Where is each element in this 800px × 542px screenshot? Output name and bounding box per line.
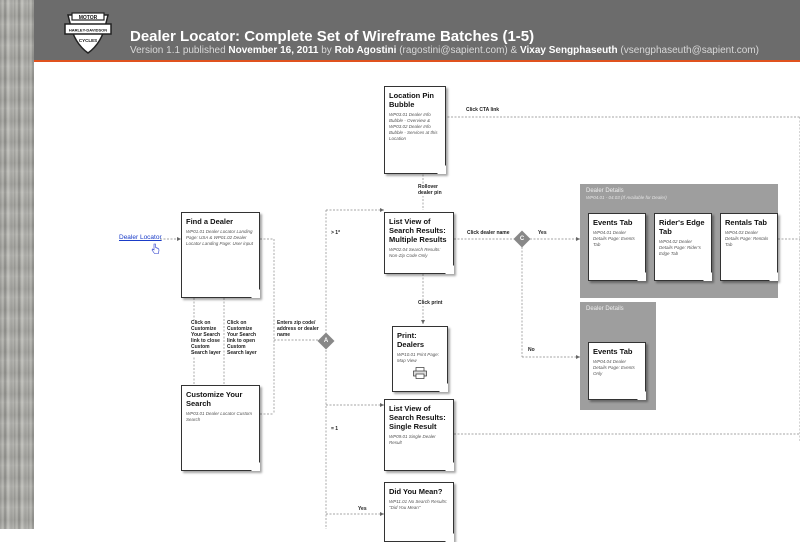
page-title: Dealer Locator: Complete Set of Wirefram…: [130, 28, 535, 45]
printer-icon: [413, 367, 427, 379]
riders-edge-desc: WP04.02 Dealer Details Page: Rider's Edg…: [659, 239, 701, 256]
decision-c-label: C: [519, 236, 525, 242]
decision-a: A: [317, 332, 335, 350]
click-print-label: Click print: [418, 300, 443, 306]
list-multi-title: List View of Search Results: Multiple Re…: [389, 217, 447, 244]
list-multi-desc: WP02.04 Search Results: Non-Zip Code Onl…: [389, 247, 441, 258]
click-cta-label: Click CTA link: [466, 107, 500, 113]
page-subtitle: Version 1.1 published November 16, 2011 …: [130, 45, 759, 56]
author-2: Vixay Sengphaseuth: [519, 45, 618, 56]
pointer-hand-icon: [151, 243, 160, 254]
publish-date: November 16, 2011: [228, 45, 319, 56]
rentals-tab-desc: WP04.03 Dealer Details Page: Rentals Tab: [725, 230, 769, 247]
pin-bubble-box[interactable]: Location Pin Bubble WP03.01 Dealer Info …: [384, 86, 446, 174]
close-custom-label: Click on Customize Your Search link to c…: [191, 320, 223, 356]
events-tab-title: Events Tab: [593, 218, 633, 227]
did-you-mean-title: Did You Mean?: [389, 487, 443, 496]
amp-text: &: [510, 45, 518, 56]
events-tab-desc: WP04.01 Dealer Details Page: Events Tab: [593, 230, 635, 247]
did-you-mean-box[interactable]: Did You Mean? WP11.01 No Search Results:…: [384, 482, 454, 542]
logo-text-mid: HARLEY-DAVIDSON: [69, 28, 107, 33]
author-2-email: (vsengphaseuth@sapient.com): [620, 45, 759, 56]
print-title: Print: Dealers: [397, 331, 425, 349]
print-desc: WP10.01 Print Page: Map View: [397, 352, 440, 363]
version-text: Version 1.1 published: [130, 45, 226, 56]
list-single-box[interactable]: List View of Search Results: Single Resu…: [384, 399, 454, 471]
riders-edge-tab-box[interactable]: Rider's Edge Tab WP04.02 Dealer Details …: [654, 213, 712, 281]
open-custom-label: Click on Customize Your Search link to o…: [227, 320, 259, 356]
wood-texture-strip: [0, 0, 34, 529]
events-only-desc: WP04.04 Dealer Details Page: Events Only: [593, 359, 635, 376]
yes2-label: Yes: [358, 506, 367, 512]
rollover-label: Rollover dealer pin: [418, 184, 444, 196]
flow-canvas: Dealer Locator Find a Dealer WP01.01 Dea…: [34, 62, 800, 542]
logo-text-bot: CYCLES: [79, 38, 97, 43]
dealer-details-events-title: Dealer Details: [586, 306, 624, 312]
find-dealer-title: Find a Dealer: [186, 217, 234, 226]
list-multi-box[interactable]: List View of Search Results: Multiple Re…: [384, 212, 454, 274]
author-1: Rob Agostini: [334, 45, 397, 56]
customize-search-box[interactable]: Customize Your Search WP03.01 Dealer Loc…: [181, 385, 260, 471]
customize-search-title: Customize Your Search: [186, 390, 243, 408]
dealer-details-desc: WP04.01 - 04.03 (If Available for Dealer…: [586, 195, 667, 200]
dealer-details-title: Dealer Details: [586, 188, 624, 194]
riders-edge-title: Rider's Edge Tab: [659, 218, 705, 236]
decision-c: C: [513, 230, 531, 248]
customize-search-desc: WP03.01 Dealer Locator Custom Search: [186, 411, 253, 422]
decision-a-label: A: [323, 338, 329, 344]
harley-davidson-logo: MOTOR HARLEY-DAVIDSON CYCLES: [64, 12, 112, 54]
yes1-label: Yes: [538, 230, 547, 236]
pin-bubble-desc: WP03.01 Dealer Info Bubble - Overview & …: [389, 112, 438, 141]
find-dealer-box[interactable]: Find a Dealer WP01.01 Dealer Locator Lan…: [181, 212, 260, 298]
by-text: by: [321, 45, 332, 56]
gt1-label: > 1*: [331, 230, 341, 236]
eq1-label: = 1: [331, 426, 339, 432]
list-single-desc: WP09.01 Single Dealer Result: [389, 434, 436, 445]
dealer-locator-link[interactable]: Dealer Locator: [119, 234, 162, 241]
no1-label: No: [528, 347, 535, 353]
events-tab-box[interactable]: Events Tab WP04.01 Dealer Details Page: …: [588, 213, 646, 281]
rentals-tab-box[interactable]: Rentals Tab WP04.03 Dealer Details Page:…: [720, 213, 778, 281]
print-box[interactable]: Print: Dealers WP10.01 Print Page: Map V…: [392, 326, 448, 392]
author-1-email: (ragostini@sapient.com): [399, 45, 508, 56]
rentals-tab-title: Rentals Tab: [725, 218, 767, 227]
did-you-mean-desc: WP11.01 No Search Results: "Did You Mean…: [389, 499, 448, 510]
events-only-tab-box[interactable]: Events Tab WP04.04 Dealer Details Page: …: [588, 342, 646, 400]
logo-text-top: MOTOR: [79, 15, 98, 21]
enter-zip-label: Enters zip code/ address or dealer name: [277, 320, 319, 338]
pin-bubble-title: Location Pin Bubble: [389, 91, 434, 109]
events-only-title: Events Tab: [593, 347, 633, 356]
find-dealer-desc: WP01.01 Dealer Locator Landing Page: USA…: [186, 229, 254, 246]
click-dealer-label: Click dealer name: [467, 230, 510, 236]
list-single-title: List View of Search Results: Single Resu…: [389, 404, 446, 431]
